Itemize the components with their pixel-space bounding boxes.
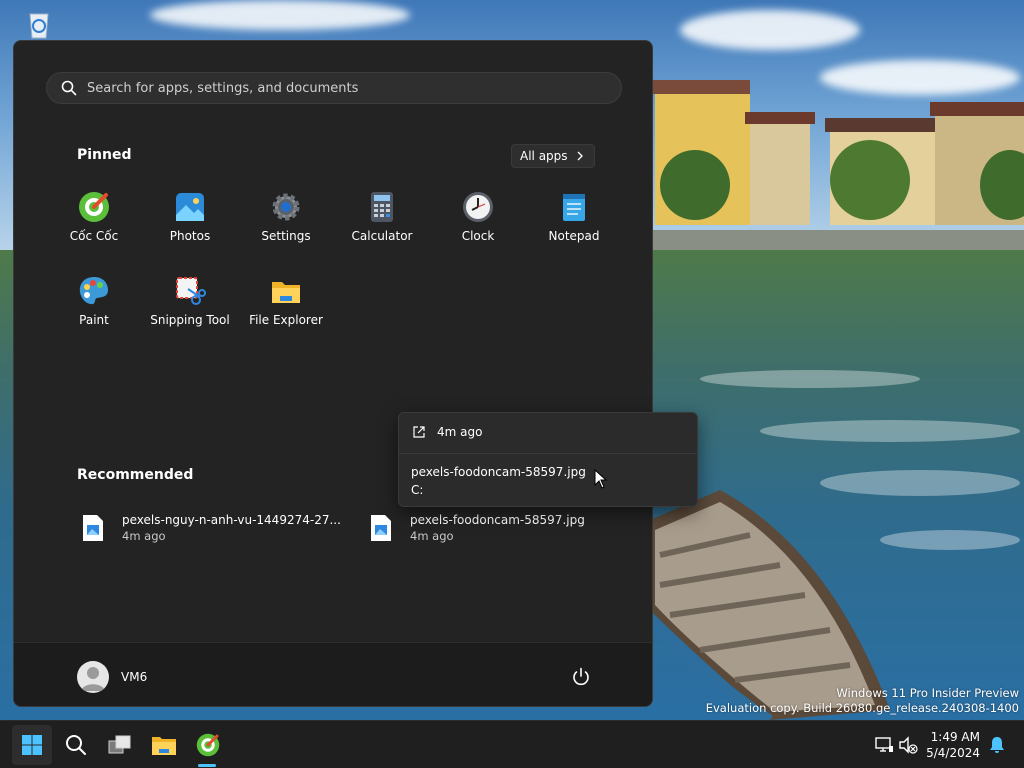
coccoc-browser-icon [79,192,109,222]
app-label: Settings [261,229,311,243]
task-view-icon [108,735,131,754]
app-label: Calculator [351,229,413,243]
recommended-item[interactable]: pexels-foodoncam-58597.jpg 4m ago [370,512,585,544]
mouse-cursor-icon [594,469,608,489]
recommended-file-name: pexels-foodoncam-58597.jpg [410,513,585,527]
windows-logo-icon [22,735,42,755]
photos-icon [176,193,204,221]
pinned-app-calculator[interactable]: Calculator [334,189,430,261]
search-input[interactable] [87,80,587,96]
flyout-file-location: C: [411,483,424,497]
pinned-app-coccoc[interactable]: Cốc Cốc [46,189,142,261]
app-label: Notepad [548,229,600,243]
start-menu: Pinned All apps Cốc Cốc Photos [13,40,653,707]
wallpaper-cloud [680,10,860,50]
running-app-indicator [198,764,216,767]
file-details-flyout: 4m ago pexels-foodoncam-58597.jpg C: [398,412,699,507]
watermark-build: Evaluation copy. Build 26080.ge_release.… [705,701,1019,715]
flyout-file-info: pexels-foodoncam-58597.jpg C: [411,463,586,499]
open-external-icon [413,426,425,438]
paint-palette-icon [79,277,108,305]
pinned-app-paint[interactable]: Paint [46,273,142,345]
clock-time: 1:49 AM [930,730,980,744]
notification-bell-icon[interactable] [987,735,1007,755]
network-icon[interactable] [874,735,894,755]
taskbar: 1:49 AM 5/4/2024 [0,720,1024,768]
pinned-app-notepad[interactable]: Notepad [526,189,622,261]
recycle-bin-icon[interactable] [22,10,56,40]
folder-icon [152,737,176,755]
folder-icon [272,282,300,303]
app-label: Paint [79,313,109,327]
notepad-icon [563,194,585,221]
snipping-tool-icon [176,277,206,305]
volume-muted-icon[interactable] [898,735,918,755]
taskbar-file-explorer[interactable] [144,725,184,765]
app-label: Clock [461,229,495,243]
app-label: Photos [169,229,211,243]
search-icon [66,735,86,755]
settings-gear-icon [272,193,300,221]
recommended-file-time: 4m ago [410,529,454,543]
flyout-open-row[interactable]: 4m ago [413,425,482,439]
calculator-icon [371,192,393,222]
recommended-file-time: 4m ago [122,529,166,543]
flyout-time: 4m ago [437,425,483,439]
taskbar-search-button[interactable] [56,725,96,765]
watermark-edition: Windows 11 Pro Insider Preview [836,686,1019,700]
recommended-item[interactable]: pexels-nguy-n-anh-vu-1449274-27... 4m ag… [82,512,341,544]
flyout-divider [399,453,699,454]
flyout-file-name: pexels-foodoncam-58597.jpg [411,465,586,479]
recommended-heading: Recommended [77,467,194,483]
user-avatar[interactable] [77,661,109,693]
search-icon [61,80,77,96]
pinned-app-clock[interactable]: Clock [430,189,526,261]
start-menu-footer: VM6 [14,642,652,706]
user-name[interactable]: VM6 [121,670,147,684]
start-search-box[interactable] [46,72,622,104]
app-label: Snipping Tool [150,313,230,327]
wallpaper-cloud [150,0,410,30]
app-label: Cốc Cốc [69,229,119,243]
windows-watermark: Windows 11 Pro Insider Preview Evaluatio… [706,686,1019,716]
user-icon [81,667,105,691]
app-label: File Explorer [249,313,323,327]
pinned-app-snipping-tool[interactable]: Snipping Tool [142,273,238,345]
image-file-icon [371,515,391,541]
power-icon[interactable] [570,666,592,688]
pinned-app-file-explorer[interactable]: File Explorer [238,273,334,345]
chevron-right-icon [577,151,583,161]
wallpaper-boat [650,490,890,720]
pinned-app-settings[interactable]: Settings [238,189,334,261]
all-apps-button[interactable]: All apps [511,144,595,168]
taskbar-coccoc[interactable] [188,725,228,765]
recommended-file-name: pexels-nguy-n-anh-vu-1449274-27... [122,513,341,527]
taskbar-clock[interactable]: 1:49 AM 5/4/2024 [920,729,980,761]
wallpaper-buildings [650,80,1024,250]
pinned-heading: Pinned [77,147,132,163]
pinned-app-photos[interactable]: Photos [142,189,238,261]
task-view-button[interactable] [100,725,140,765]
all-apps-label: All apps [520,149,568,163]
clock-date: 5/4/2024 [926,746,980,760]
clock-icon [463,192,493,222]
start-button[interactable] [12,725,52,765]
coccoc-browser-icon [196,733,220,757]
image-file-icon [83,515,103,541]
